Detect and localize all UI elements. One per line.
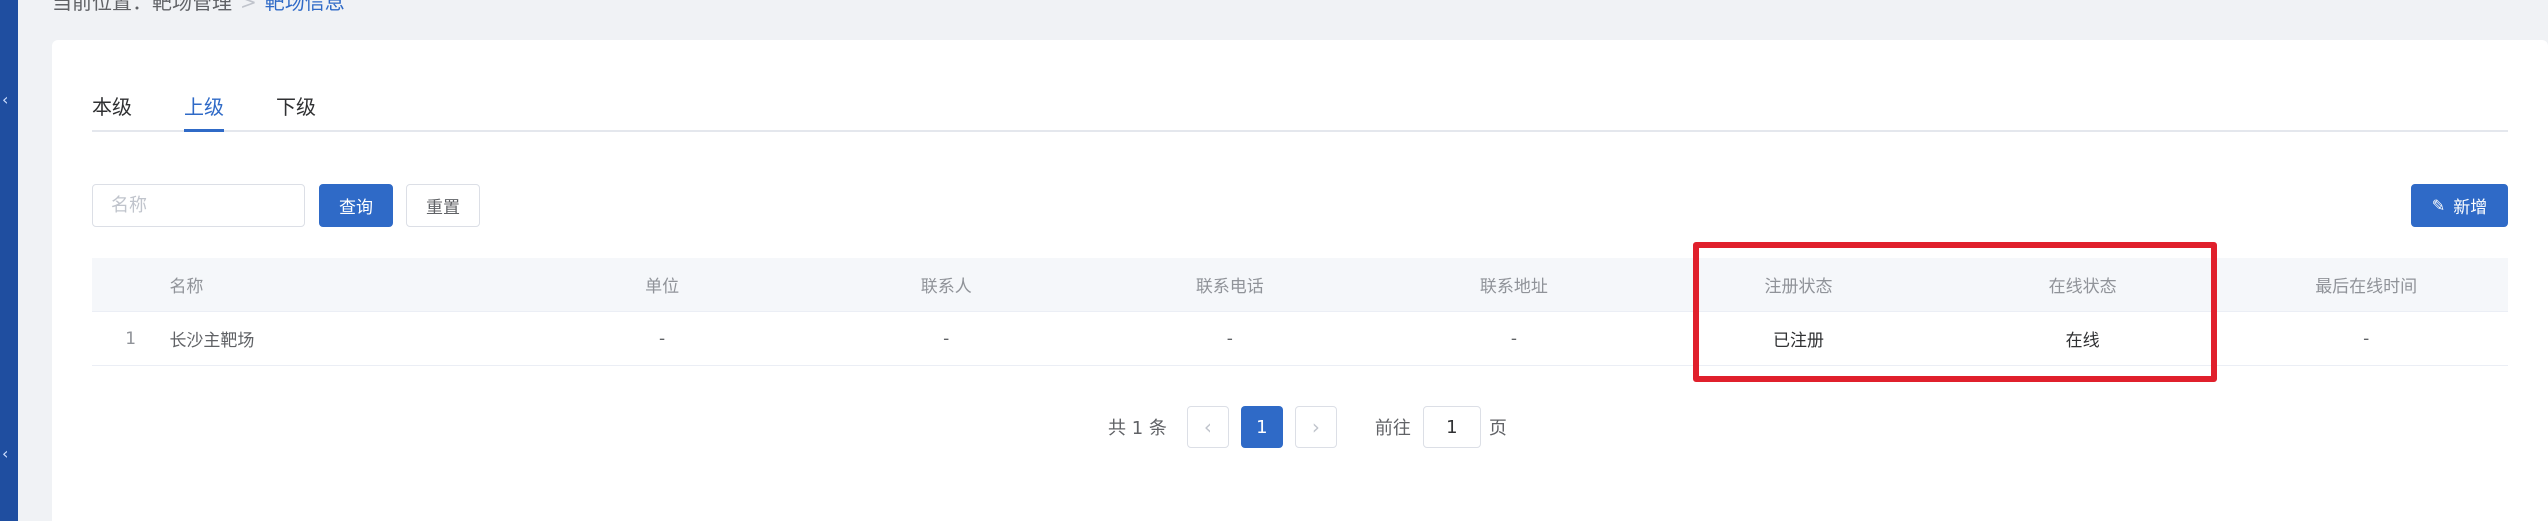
header-unit: 单位 (645, 277, 680, 297)
header-name: 名称 (169, 277, 204, 297)
row-reg-status: 已注册 (1772, 331, 1824, 351)
breadcrumb-current: 靶场信息 (264, 0, 345, 14)
row-last-online: - (2363, 328, 2370, 349)
page-suffix: 页 (1488, 418, 1507, 439)
breadcrumb: 当前位置：靶场管理 > 靶场信息 (52, 0, 345, 14)
next-page-button[interactable]: › (1294, 406, 1337, 448)
row-contact: - (943, 328, 950, 349)
collapse-icon[interactable]: ‹ (2, 446, 8, 462)
name-search-input[interactable] (92, 184, 305, 227)
header-online-status: 在线状态 (2048, 277, 2117, 297)
header-last-online: 最后在线时间 (2315, 277, 2418, 297)
goto-label: 前往 (1374, 418, 1411, 439)
sidebar-edge: ‹ ‹ (0, 0, 18, 521)
add-button-label: 新增 (2453, 198, 2488, 218)
level-tabs: 本级 上级 下级 (92, 90, 2508, 132)
edit-icon: ✎ (2431, 196, 2446, 215)
row-phone: - (1226, 328, 1233, 349)
page-number-current[interactable]: 1 (1240, 406, 1283, 448)
row-unit: - (659, 328, 666, 349)
table-row: 1 长沙主靶场 - - - - 已注册 在线 - (92, 312, 2508, 366)
reset-button[interactable]: 重置 (406, 184, 480, 227)
breadcrumb-prefix: 当前位置： (52, 0, 152, 14)
collapse-icon[interactable]: ‹ (2, 92, 8, 108)
add-button[interactable]: ✎ 新增 (2411, 184, 2508, 227)
header-reg-status: 注册状态 (1764, 277, 1833, 297)
header-phone: 联系电话 (1195, 277, 1264, 297)
tab-upper-level[interactable]: 上级 (184, 90, 224, 132)
row-index: 1 (125, 328, 137, 349)
prev-page-button[interactable]: ‹ (1186, 406, 1229, 448)
pagination: 共 1 条 ‹ 1 › 前往 页 (1108, 406, 1507, 448)
tab-lower-level[interactable]: 下级 (276, 90, 316, 130)
range-table: 名称 单位 联系人 联系电话 联系地址 注册状态 在线状态 最后在线时间 1 长… (92, 258, 2508, 366)
query-button[interactable]: 查询 (319, 184, 393, 227)
pagination-total: 共 1 条 (1108, 418, 1167, 439)
row-online-status: 在线 (2065, 331, 2100, 351)
row-address: - (1510, 328, 1517, 349)
breadcrumb-separator: > (240, 0, 257, 14)
tab-local-level[interactable]: 本级 (92, 90, 132, 130)
breadcrumb-parent[interactable]: 靶场管理 (152, 0, 232, 14)
row-name-link[interactable]: 长沙主靶场 (169, 326, 519, 351)
goto-page-input[interactable] (1422, 406, 1481, 448)
chevron-right-icon: › (1311, 415, 1320, 439)
table-header: 名称 单位 联系人 联系电话 联系地址 注册状态 在线状态 最后在线时间 (92, 258, 2508, 312)
chevron-left-icon: ‹ (1203, 415, 1212, 439)
header-contact: 联系人 (920, 277, 972, 297)
header-address: 联系地址 (1479, 277, 1548, 297)
